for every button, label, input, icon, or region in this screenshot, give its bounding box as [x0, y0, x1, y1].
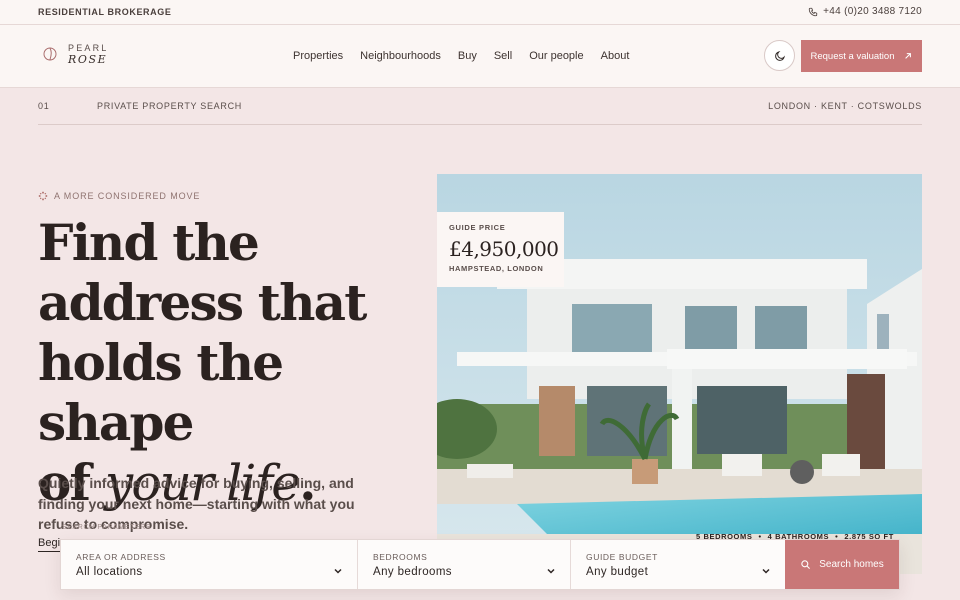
nav-item-neighbourhoods[interactable]: Neighbourhoods [360, 50, 441, 62]
guide-price-card[interactable]: GUIDE PRICE £4,950,000 HAMPSTEAD, LONDON [437, 212, 564, 287]
bedrooms-select-value: Any bedrooms [373, 566, 452, 578]
search-parameters-label: SEARCH PARAMETERS [62, 524, 152, 531]
area-select-value: All locations [76, 566, 143, 578]
bedrooms-select[interactable]: BEDROOMS Any bedrooms [358, 540, 571, 589]
property-search-form: AREA OR ADDRESS All locations BEDROOMS A… [60, 539, 900, 590]
bedrooms-select-label: BEDROOMS [373, 552, 428, 562]
listing-location: HAMPSTEAD, LONDON [449, 264, 544, 273]
section-bar: 01 PRIVATE PROPERTY SEARCH LONDON · KENT… [38, 88, 922, 125]
phone-number: +44 (0)20 3488 7120 [823, 6, 922, 17]
nav-menu: Properties Neighbourhoods Buy Sell Our p… [293, 50, 629, 62]
arrow-up-right-icon [905, 53, 912, 59]
chevron-down-icon [547, 568, 555, 574]
search-homes-label: Search homes [819, 559, 884, 570]
guide-price-value: £4,950,000 [449, 237, 559, 261]
request-valuation-button[interactable]: Request a valuation [801, 40, 922, 72]
hero-eyebrow: A MORE CONSIDERED MOVE [38, 191, 200, 201]
budget-select-value: Any budget [586, 566, 649, 578]
nav-item-sell[interactable]: Sell [494, 50, 512, 62]
moon-icon [774, 50, 785, 61]
budget-select-label: GUIDE BUDGET [586, 552, 658, 562]
phone-link[interactable]: +44 (0)20 3488 7120 [808, 6, 922, 17]
utility-bar: RESIDENTIAL BROKERAGE +44 (0)20 3488 712… [0, 0, 960, 25]
headline-line-3: holds the shape [38, 333, 284, 452]
budget-select[interactable]: GUIDE BUDGET Any budget [571, 540, 785, 589]
headline-line-2: address that [38, 273, 367, 332]
nav-item-buy[interactable]: Buy [458, 50, 477, 62]
sparkle-icon [38, 191, 48, 201]
theme-toggle-button[interactable] [764, 40, 795, 71]
hero-eyebrow-text: A MORE CONSIDERED MOVE [54, 191, 201, 201]
area-select-label: AREA OR ADDRESS [76, 552, 166, 562]
guide-price-label: GUIDE PRICE [449, 223, 506, 232]
search-homes-button[interactable]: Search homes [785, 540, 899, 589]
logo-mark-icon [43, 47, 57, 61]
section-number: 01 [38, 101, 50, 111]
nav-item-about[interactable]: About [601, 50, 630, 62]
section-title: PRIVATE PROPERTY SEARCH [97, 101, 242, 111]
brand-name-line2: ROSE [68, 53, 108, 66]
headline-line-1: Find the [38, 213, 260, 272]
area-select[interactable]: AREA OR ADDRESS All locations [61, 540, 358, 589]
brokerage-label: RESIDENTIAL BROKERAGE [38, 7, 172, 17]
phone-icon [808, 7, 818, 16]
search-icon [801, 560, 811, 570]
request-valuation-label: Request a valuation [810, 50, 895, 62]
main-nav: PEARL ROSE Properties Neighbourhoods Buy… [0, 25, 960, 88]
nav-item-properties[interactable]: Properties [293, 50, 343, 62]
nav-item-our-people[interactable]: Our people [529, 50, 583, 62]
logo[interactable]: PEARL ROSE [42, 42, 109, 66]
chevron-down-icon [334, 568, 342, 574]
regions-label: LONDON · KENT · COTSWOLDS [768, 101, 922, 111]
hero-headline: Find the address that holds the shape of… [38, 213, 418, 513]
chevron-down-icon [762, 568, 770, 574]
